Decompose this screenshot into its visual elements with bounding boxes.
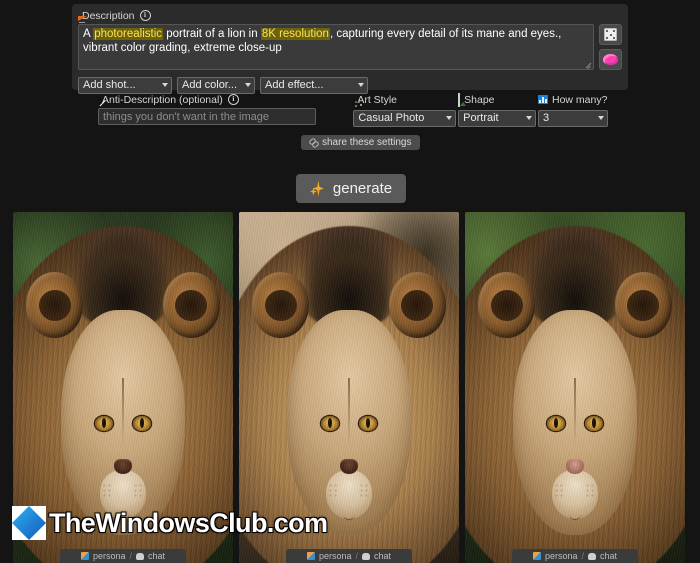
anti-description-group: Anti-Description (optional) i bbox=[98, 93, 316, 125]
result-card-toolbar: persona / chat bbox=[60, 549, 186, 563]
chat-label[interactable]: chat bbox=[374, 551, 391, 561]
chat-icon bbox=[136, 552, 145, 560]
windows-club-logo-icon bbox=[12, 506, 46, 540]
description-seg-2: portrait of a lion in bbox=[163, 28, 261, 40]
description-seg-1-highlight: photorealistic bbox=[93, 28, 163, 40]
shape-label: Shape bbox=[464, 93, 495, 106]
persona-label[interactable]: persona bbox=[319, 551, 352, 561]
lion-ear-right bbox=[388, 271, 446, 339]
chat-label[interactable]: chat bbox=[148, 551, 165, 561]
art-style-label: Art Style bbox=[357, 93, 397, 106]
lion-nose bbox=[114, 458, 132, 475]
persona-label[interactable]: persona bbox=[93, 551, 126, 561]
sparkle-icon bbox=[309, 180, 326, 197]
lion-eye-right bbox=[584, 415, 604, 431]
result-card-toolbar: persona / chat bbox=[286, 549, 412, 563]
how-many-label-row: How many? bbox=[538, 93, 608, 106]
result-image-3[interactable]: persona / chat bbox=[465, 212, 685, 563]
lion-eye-left bbox=[320, 415, 340, 431]
add-shot-select[interactable]: Add shot... bbox=[78, 77, 172, 94]
prompt-side-buttons bbox=[599, 24, 622, 70]
how-many-group: How many? 3 bbox=[538, 93, 608, 127]
dice-icon bbox=[604, 28, 617, 41]
lion-eye-left bbox=[94, 415, 114, 431]
art-style-select[interactable]: Casual Photo bbox=[353, 110, 457, 127]
brain-icon bbox=[603, 54, 618, 65]
result-card-toolbar: persona / chat bbox=[512, 549, 638, 563]
add-effect-select[interactable]: Add effect... bbox=[260, 77, 368, 94]
bars-icon bbox=[538, 95, 548, 104]
link-icon bbox=[309, 138, 318, 147]
randomize-dice-button[interactable] bbox=[599, 24, 622, 45]
add-color-select[interactable]: Add color... bbox=[177, 77, 255, 94]
add-shot-select-wrap: Add shot... bbox=[78, 75, 172, 94]
shape-select[interactable]: Portrait bbox=[458, 110, 537, 127]
generate-label: generate bbox=[332, 180, 393, 197]
description-textarea[interactable]: A photorealistic portrait of a lion in 8… bbox=[78, 24, 594, 70]
lion-face bbox=[61, 310, 185, 535]
prompt-panel: Description i A photorealistic portrait … bbox=[72, 4, 628, 94]
add-color-select-wrap: Add color... bbox=[177, 75, 255, 94]
anti-description-input[interactable] bbox=[98, 108, 316, 125]
watermark: TheWindowsClub.com bbox=[12, 506, 328, 540]
lion-eye-left bbox=[546, 415, 566, 431]
lion-ear-right bbox=[162, 271, 220, 339]
lion-nose bbox=[340, 458, 358, 475]
persona-icon bbox=[80, 552, 89, 560]
shape-group: Shape Portrait bbox=[458, 92, 537, 127]
anti-description-label: Anti-Description (optional) bbox=[102, 93, 223, 106]
how-many-label: How many? bbox=[552, 93, 608, 106]
modifier-selects-row: Add shot... Add color... Add effect... bbox=[78, 75, 622, 94]
toolbar-separator: / bbox=[355, 551, 359, 561]
add-effect-select-wrap: Add effect... bbox=[260, 75, 368, 94]
lion-nose bbox=[566, 458, 584, 475]
shape-label-row: Shape bbox=[458, 92, 536, 107]
persona-icon bbox=[306, 552, 315, 560]
description-info-icon[interactable]: i bbox=[139, 10, 151, 21]
how-many-select-wrap: 3 bbox=[538, 108, 608, 127]
how-many-select[interactable]: 3 bbox=[538, 110, 608, 127]
art-style-select-wrap: Casual Photo bbox=[353, 108, 457, 127]
chat-icon bbox=[588, 552, 597, 560]
lion-eye-right bbox=[132, 415, 152, 431]
art-style-group: Art Style Casual Photo bbox=[353, 93, 457, 127]
persona-label[interactable]: persona bbox=[545, 551, 578, 561]
share-settings-label: share these settings bbox=[322, 137, 412, 148]
anti-description-info-icon[interactable]: i bbox=[227, 94, 239, 105]
description-label-row: Description i bbox=[78, 9, 622, 22]
art-style-label-row: Art Style bbox=[353, 93, 456, 107]
anti-description-label-row: Anti-Description (optional) i bbox=[98, 93, 316, 106]
chat-icon bbox=[362, 552, 371, 560]
description-seg-0: A bbox=[83, 28, 94, 40]
description-label: Description bbox=[82, 9, 135, 22]
persona-icon bbox=[532, 552, 541, 560]
share-settings-button[interactable]: share these settings bbox=[301, 135, 420, 150]
lion-face bbox=[287, 310, 411, 535]
description-row: A photorealistic portrait of a lion in 8… bbox=[78, 24, 622, 70]
app-root: Description i A photorealistic portrait … bbox=[0, 0, 700, 563]
description-seg-3-highlight: 8K resolution bbox=[260, 28, 330, 40]
chat-label[interactable]: chat bbox=[600, 551, 617, 561]
toolbar-separator: / bbox=[129, 551, 133, 561]
options-row: Anti-Description (optional) i Art Style bbox=[98, 92, 608, 127]
lion-ear-right bbox=[614, 271, 672, 339]
textarea-resize-handle[interactable] bbox=[585, 61, 592, 68]
toolbar-separator: / bbox=[581, 551, 585, 561]
lion-face bbox=[513, 310, 637, 535]
shape-select-wrap: Portrait bbox=[458, 108, 537, 127]
watermark-text: TheWindowsClub.com bbox=[49, 508, 328, 538]
lion-artwork bbox=[465, 212, 685, 563]
generate-button[interactable]: generate bbox=[296, 174, 406, 203]
lion-eye-right bbox=[358, 415, 378, 431]
enhance-brain-button[interactable] bbox=[599, 49, 622, 70]
